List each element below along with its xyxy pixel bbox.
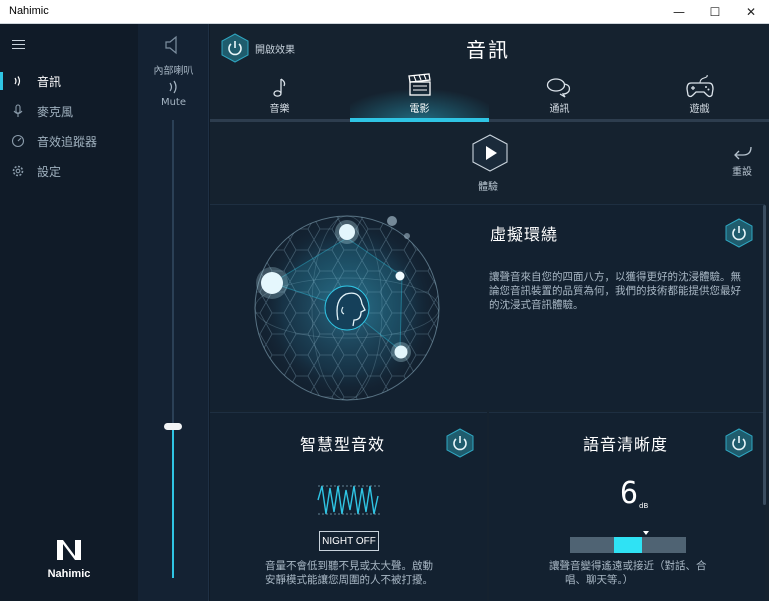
- sidebar-item-microphone[interactable]: 麥克風: [0, 98, 138, 124]
- mute-button[interactable]: Mute: [138, 97, 209, 108]
- tab-label: 通訊: [549, 104, 570, 115]
- audio-wave-icon: [14, 76, 21, 86]
- microphone-icon: [13, 104, 23, 117]
- play-label: 體驗: [478, 182, 498, 193]
- window-title: Nahimic: [9, 5, 49, 17]
- minimize-button[interactable]: —: [661, 0, 697, 24]
- device-label: 內部喇叭: [153, 66, 194, 77]
- music-note-icon: [273, 78, 286, 97]
- smart-volume-description: 音量不會低到聽不見或太大聲。啟動 安靜模式能讓您周圍的人不被打擾。: [265, 560, 433, 586]
- maximize-button[interactable]: ☐: [697, 0, 733, 24]
- tab-label: 遊戲: [689, 104, 710, 115]
- tab-gaming[interactable]: 遊戲: [630, 24, 769, 122]
- tab-label: 音樂: [269, 104, 290, 115]
- main-scrollbar[interactable]: [763, 205, 766, 505]
- surround-sphere-illustration: [254, 215, 440, 401]
- voice-clarity-value: 6: [620, 476, 639, 511]
- tab-music[interactable]: 音樂: [210, 24, 349, 122]
- volume-slider-thumb[interactable]: [164, 422, 182, 430]
- surround-power-button[interactable]: [725, 218, 753, 248]
- sidebar-item-label: 麥克風: [37, 105, 74, 119]
- nahimic-logo-icon: [57, 540, 81, 560]
- sidebar-item-label: 音訊: [37, 75, 62, 89]
- gear-icon: [12, 165, 24, 177]
- voice-clarity-slider-fill: [613, 537, 642, 553]
- sidebar-item-sound-tracker[interactable]: 音效追蹤器: [0, 128, 138, 154]
- chat-bubble-icon: [546, 78, 571, 98]
- smart-volume-title: 智慧型音效: [300, 435, 386, 454]
- smart-volume-power-button[interactable]: [446, 428, 474, 458]
- reset-label[interactable]: 重設: [732, 163, 752, 178]
- volume-slider-fill: [172, 426, 174, 578]
- speaker-icon[interactable]: [164, 34, 184, 56]
- waveform-icon: [317, 485, 380, 515]
- voice-clarity-slider[interactable]: [570, 531, 686, 553]
- surround-description: 讓聲音來自您的四面八方，以獲得更好的沈浸體驗。無 論您音訊裝置的品質為何，我們的…: [489, 271, 741, 311]
- voice-clarity-marker-icon: [642, 531, 649, 535]
- sound-tracker-icon: [11, 134, 25, 148]
- sidebar-item-label: 設定: [37, 165, 62, 179]
- sidebar-item-label: 音效追蹤器: [37, 135, 98, 149]
- title-bar: Nahimic — ☐ ✕: [0, 0, 769, 24]
- surround-title: 虛擬環繞: [490, 225, 559, 244]
- night-mode-button[interactable]: NIGHT OFF: [319, 531, 379, 551]
- tab-rail: [210, 119, 769, 122]
- tab-communication[interactable]: 通訊: [490, 24, 629, 122]
- voice-clarity-description: 讓聲音變得遙遠或接近（對話、合 唱、聊天等。）: [549, 560, 707, 586]
- clapperboard-icon: [408, 73, 431, 96]
- reset-icon[interactable]: [732, 144, 754, 162]
- voice-clarity-unit: dB: [639, 502, 649, 510]
- tab-movie[interactable]: 電影: [350, 24, 489, 122]
- sidebar-item-audio[interactable]: 音訊: [0, 68, 138, 94]
- play-button[interactable]: [472, 134, 508, 172]
- close-button[interactable]: ✕: [733, 0, 769, 24]
- sidebar: 音訊 麥克風 音效追蹤器 設定 Nahimic: [0, 24, 138, 601]
- sound-waves-icon: [169, 80, 177, 94]
- hamburger-menu-icon[interactable]: [12, 40, 25, 49]
- tab-label: 電影: [409, 104, 430, 115]
- voice-clarity-power-button[interactable]: [725, 428, 753, 458]
- nahimic-logo: Nahimic: [44, 538, 94, 580]
- logo-wordmark: Nahimic: [47, 568, 91, 580]
- active-indicator: [0, 72, 3, 90]
- sidebar-item-settings[interactable]: 設定: [0, 158, 138, 184]
- voice-clarity-title: 語音清晰度: [583, 435, 669, 454]
- active-tab-indicator: [350, 118, 489, 122]
- gamepad-icon: [686, 75, 714, 98]
